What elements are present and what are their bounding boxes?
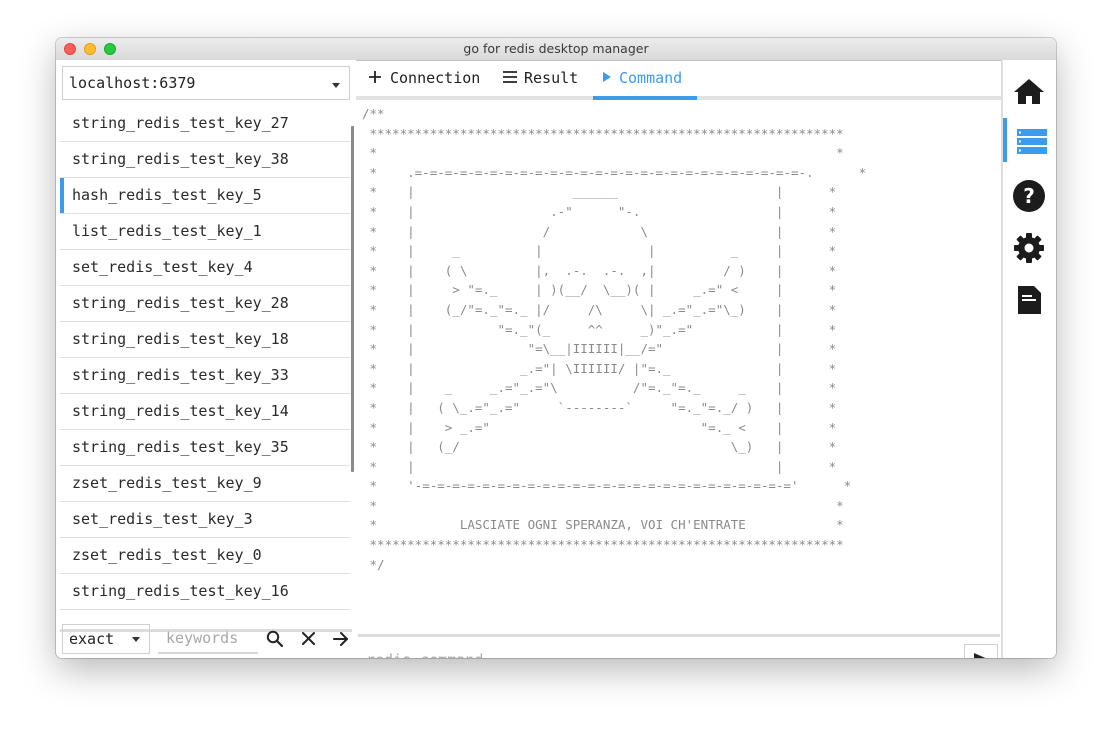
keywords-input[interactable] xyxy=(158,624,258,654)
nav-help[interactable]: ? xyxy=(1003,170,1056,218)
key-name: string_redis_test_key_33 xyxy=(72,366,289,384)
key-name: set_redis_test_key_3 xyxy=(72,510,253,528)
key-list-item-selected[interactable]: hash_redis_test_key_5 xyxy=(60,178,350,214)
window-title: go for redis desktop manager xyxy=(463,41,649,56)
key-list-item[interactable]: zset_redis_test_key_9 xyxy=(60,466,350,502)
command-output: /** ************************************… xyxy=(362,104,998,604)
nav-document[interactable] xyxy=(1003,274,1056,322)
tab-connection[interactable]: Connection xyxy=(360,60,490,96)
key-name: string_redis_test_key_35 xyxy=(72,438,289,456)
key-list-item[interactable]: string_redis_test_key_28 xyxy=(60,286,350,322)
caret-down-icon xyxy=(132,637,140,642)
help-icon: ? xyxy=(1013,180,1045,212)
key-name: zset_redis_test_key_9 xyxy=(72,474,262,492)
key-name: hash_redis_test_key_5 xyxy=(72,186,262,204)
key-list-item[interactable]: set_redis_test_key_3 xyxy=(60,502,350,538)
match-mode-select[interactable]: exact xyxy=(62,624,150,654)
search-icon xyxy=(266,630,284,648)
go-button[interactable] xyxy=(330,628,352,650)
right-nav-rail: ? xyxy=(1003,60,1056,658)
document-icon xyxy=(1018,286,1041,314)
key-list-item[interactable]: string_redis_test_key_38 xyxy=(60,142,350,178)
key-list-item[interactable]: set_redis_test_key_4 xyxy=(60,250,350,286)
key-name: string_redis_test_key_16 xyxy=(72,582,289,600)
tab-command-label: Command xyxy=(619,69,683,87)
key-list-scrollbar[interactable] xyxy=(351,126,354,472)
menu-icon xyxy=(503,71,517,83)
key-name: zset_redis_test_key_0 xyxy=(72,546,262,564)
nav-list[interactable] xyxy=(1003,116,1056,164)
tab-result[interactable]: Result xyxy=(494,60,590,96)
key-list-item[interactable]: string_redis_test_key_14 xyxy=(60,394,350,430)
tab-result-label: Result xyxy=(524,69,579,87)
key-list-item[interactable]: list_redis_test_key_1 xyxy=(60,214,350,250)
send-command-button[interactable] xyxy=(964,644,998,658)
caret-down-icon xyxy=(332,83,340,88)
key-name: string_redis_test_key_18 xyxy=(72,330,289,348)
title-bar: go for redis desktop manager xyxy=(56,38,1056,61)
key-list-item[interactable]: zset_redis_test_key_0 xyxy=(60,538,350,574)
play-icon xyxy=(603,72,611,82)
app-window: go for redis desktop manager localhost:6… xyxy=(56,38,1056,658)
output-bottom-border xyxy=(358,634,1000,637)
key-list[interactable]: string_redis_test_key_27 string_redis_te… xyxy=(60,106,350,610)
nav-settings[interactable] xyxy=(1003,222,1056,270)
main-panel: Connection Result Command /** **********… xyxy=(356,60,1001,658)
plus-icon xyxy=(369,71,381,83)
clear-button[interactable] xyxy=(298,628,320,650)
key-name: list_redis_test_key_1 xyxy=(72,222,262,240)
close-icon xyxy=(302,632,315,645)
svg-text:?: ? xyxy=(1023,184,1035,208)
send-icon xyxy=(974,653,986,658)
home-icon xyxy=(1014,79,1044,104)
key-list-item[interactable]: string_redis_test_key_35 xyxy=(60,430,350,466)
key-list-item[interactable]: string_redis_test_key_27 xyxy=(60,106,350,142)
server-select-value: localhost:6379 xyxy=(69,74,196,92)
tab-bar: Connection Result Command xyxy=(356,60,1001,100)
arrow-right-icon xyxy=(333,632,348,646)
settings-icon xyxy=(1014,233,1044,263)
tab-command[interactable]: Command xyxy=(593,60,697,100)
key-list-item[interactable]: string_redis_test_key_18 xyxy=(60,322,350,358)
key-name: string_redis_test_key_14 xyxy=(72,402,289,420)
tab-connection-label: Connection xyxy=(390,69,481,87)
search-button[interactable] xyxy=(264,628,286,650)
key-name: set_redis_test_key_4 xyxy=(72,258,253,276)
nav-home[interactable] xyxy=(1003,68,1056,116)
key-list-item[interactable]: string_redis_test_key_16 xyxy=(60,574,350,610)
key-name: string_redis_test_key_28 xyxy=(72,294,289,312)
key-browser-panel: localhost:6379 string_redis_test_key_27 … xyxy=(56,60,356,658)
command-output-text: /** ************************************… xyxy=(362,106,867,572)
key-list-item[interactable]: string_redis_test_key_33 xyxy=(60,358,350,394)
list-icon xyxy=(1017,129,1047,154)
command-input[interactable] xyxy=(360,646,960,658)
server-select[interactable]: localhost:6379 xyxy=(62,66,350,100)
key-name: string_redis_test_key_38 xyxy=(72,150,289,168)
key-name: string_redis_test_key_27 xyxy=(72,114,289,132)
match-mode-value: exact xyxy=(69,630,115,648)
